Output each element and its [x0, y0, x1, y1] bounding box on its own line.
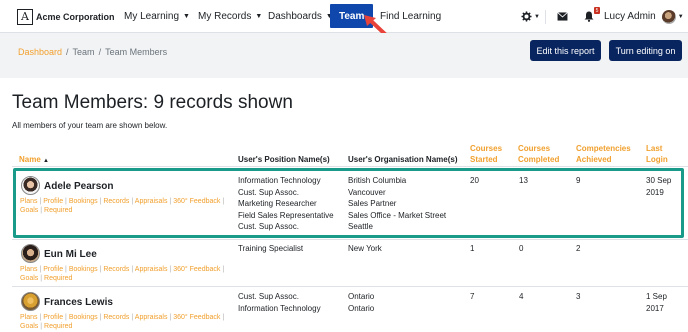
position-value: Training Specialist — [238, 244, 304, 253]
row-divider — [12, 239, 688, 240]
user-avatar — [661, 9, 676, 24]
column-header-last-login-line2: Login — [646, 155, 668, 164]
records-link[interactable]: Records — [103, 266, 129, 273]
organisation-value: Ontario — [348, 303, 375, 313]
plans-link[interactable]: Plans — [20, 266, 38, 273]
acme-logo-icon: A — [17, 8, 33, 25]
user-name: Lucy Admin — [604, 11, 656, 22]
turn-editing-on-button[interactable]: Turn editing on — [609, 40, 682, 61]
chevron-down-icon: ▼ — [534, 13, 540, 20]
organisation-value: Ontario — [348, 292, 375, 301]
notifications-button[interactable] — [584, 0, 594, 33]
avatar — [21, 244, 40, 263]
brand-name: Acme Corporation — [36, 11, 115, 22]
nav-team-label: Team — [339, 10, 365, 22]
nav-my-records[interactable]: My Records ▼ — [198, 0, 262, 33]
avatar — [21, 292, 40, 311]
column-header-courses-completed-line1: Courses — [518, 144, 551, 153]
bell-icon — [584, 11, 594, 22]
organisation-cell: New York — [348, 243, 382, 255]
courses-completed-cell: 4 — [519, 292, 524, 301]
competencies-cell: 2 — [576, 244, 581, 253]
competencies-cell: 3 — [576, 292, 581, 301]
records-link[interactable]: Records — [103, 314, 129, 321]
last-login-date: 1 Sep — [646, 292, 667, 301]
person-name-link[interactable]: Frances Lewis — [44, 297, 113, 308]
column-header-competencies-line2: Achieved — [576, 155, 612, 164]
user-action-links: Plans | Profile | Bookings | Records | A… — [20, 266, 225, 282]
profile-link[interactable]: Profile — [43, 314, 63, 321]
sort-ascending-icon: ▲ — [43, 158, 49, 164]
chevron-down-icon: ▼ — [677, 13, 684, 20]
nav-my-learning-label: My Learning — [124, 11, 180, 22]
notification-count-badge: 5 — [594, 7, 600, 14]
column-header-courses-completed[interactable]: Courses Completed — [518, 143, 559, 165]
appraisals-link[interactable]: Appraisals — [135, 314, 168, 321]
nav-my-learning[interactable]: My Learning ▼ — [124, 0, 190, 33]
last-login-year: 2017 — [646, 303, 664, 313]
profile-link[interactable]: Profile — [43, 266, 63, 273]
table-header-divider — [12, 166, 688, 167]
courses-started-cell: 1 — [470, 244, 475, 253]
breadcrumb-team[interactable]: Team — [73, 47, 95, 57]
courses-completed-cell: 0 — [519, 244, 524, 253]
page-subtitle: All members of your team are shown below… — [12, 121, 168, 130]
column-header-organisation: User's Organisation Name(s) — [348, 155, 458, 164]
feedback-link[interactable]: 360° Feedback — [173, 314, 220, 321]
breadcrumb-dashboard[interactable]: Dashboard — [18, 47, 62, 57]
position-value: Information Technology — [238, 303, 321, 313]
last-login-cell: 1 Sep 2017 — [646, 291, 667, 314]
column-header-name-label: Name — [19, 155, 41, 164]
column-header-position: User's Position Name(s) — [238, 155, 330, 164]
row-divider — [12, 286, 688, 287]
organisation-cell: Ontario Ontario — [348, 291, 374, 314]
position-cell: Cust. Sup Assoc. Information Technology — [238, 291, 321, 314]
page-title: Team Members: 9 records shown — [12, 92, 293, 113]
column-header-courses-started-line2: Started — [470, 155, 498, 164]
organisation-value: New York — [348, 244, 382, 253]
column-header-courses-completed-line2: Completed — [518, 155, 560, 164]
feedback-link[interactable]: 360° Feedback — [173, 266, 220, 273]
person-name-link[interactable]: Eun Mi Lee — [44, 249, 97, 260]
chevron-down-icon: ▼ — [255, 13, 263, 20]
breadcrumb-team-members: Team Members — [105, 47, 168, 57]
nav-dashboards-label: Dashboards — [268, 11, 322, 22]
bookings-link[interactable]: Bookings — [69, 314, 98, 321]
bookings-link[interactable]: Bookings — [69, 266, 98, 273]
brand-logo[interactable]: A Acme Corporation — [17, 8, 115, 25]
messages-button[interactable] — [557, 0, 568, 33]
required-link[interactable]: Required — [44, 275, 72, 282]
nav-dashboards[interactable]: Dashboards▼ — [268, 0, 333, 33]
breadcrumb-separator: / — [98, 47, 102, 57]
position-value: Cust. Sup Assoc. — [238, 292, 299, 301]
column-header-courses-started[interactable]: Courses Started — [470, 143, 502, 165]
breadcrumb: Dashboard / Team / Team Members — [18, 47, 167, 57]
edit-report-button[interactable]: Edit this report — [530, 40, 601, 61]
envelope-icon — [557, 12, 568, 21]
column-header-last-login[interactable]: Last Login — [646, 143, 668, 165]
nav-divider — [545, 0, 546, 33]
goals-link[interactable]: Goals — [20, 275, 38, 282]
goals-link[interactable]: Goals — [20, 323, 38, 330]
chevron-down-icon: ▼ — [183, 13, 190, 20]
column-header-last-login-line1: Last — [646, 144, 663, 153]
top-navbar: A Acme Corporation My Learning ▼ My Recor… — [0, 0, 688, 33]
nav-my-records-label: My Records — [198, 11, 252, 22]
plans-link[interactable]: Plans — [20, 314, 38, 321]
appraisals-link[interactable]: Appraisals — [135, 266, 168, 273]
column-header-competencies-line1: Competencies — [576, 144, 631, 153]
settings-menu[interactable]: ▼ — [521, 0, 540, 33]
required-link[interactable]: Required — [44, 323, 72, 330]
highlighted-row-outline — [13, 168, 684, 238]
gear-icon — [521, 11, 532, 22]
courses-started-cell: 7 — [470, 292, 475, 301]
column-header-courses-started-line1: Courses — [470, 144, 503, 153]
column-header-competencies[interactable]: Competencies Achieved — [576, 143, 631, 165]
user-action-links: Plans | Profile | Bookings | Records | A… — [20, 314, 225, 330]
breadcrumb-separator: / — [66, 47, 69, 57]
position-cell: Training Specialist — [238, 243, 303, 255]
user-menu[interactable]: Lucy Admin ▼ — [604, 0, 684, 33]
